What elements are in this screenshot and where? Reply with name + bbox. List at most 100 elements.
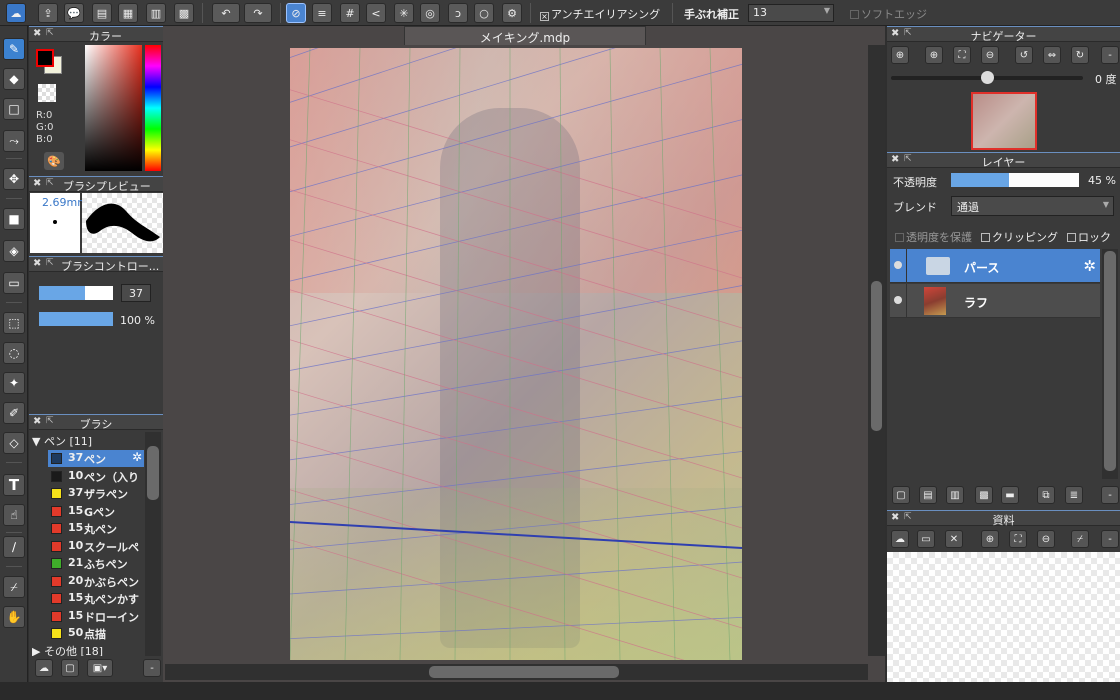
navigator-thumbnail[interactable] [971,92,1037,150]
document-tab[interactable]: メイキング.mdp [404,26,646,45]
eraser-tool-icon[interactable]: ◆ [3,68,25,90]
zoom-out-icon[interactable]: ⊖ [981,46,999,64]
popout-icon[interactable]: ⇱ [46,28,54,38]
hand-tool-icon[interactable]: ✋ [3,606,25,628]
radial-snap-icon[interactable]: ✳ [394,3,414,23]
flip-icon[interactable]: ⇔ [1043,46,1061,64]
protect-alpha-checkbox[interactable] [895,233,904,242]
app-menu-icon[interactable]: ☁ [6,3,26,23]
grid-snap-icon[interactable]: # [340,3,360,23]
antialias-toggle[interactable]: × アンチエイリアシング [540,6,660,22]
share-icon[interactable]: ⇪ [38,3,58,23]
duplicate-layer-icon[interactable]: ⧉ [1037,486,1055,504]
open-folder-icon[interactable]: ▭ [917,530,935,548]
rotate-left-icon[interactable]: ↺ [1015,46,1033,64]
new-8bit-layer-icon[interactable]: ▤ [919,486,937,504]
divide-tool-icon[interactable]: ∕ [3,536,25,558]
cloud-download-icon[interactable]: ☁ [891,530,909,548]
rotation-slider[interactable] [891,71,1083,84]
brush-item[interactable]: 15 Gペン [48,503,144,520]
snap-settings-icon[interactable]: ⚙ [502,3,522,23]
minus-icon[interactable]: - [1101,486,1119,504]
shape-tool-icon[interactable]: □ [3,98,25,120]
brush-menu-icon[interactable]: ▣▾ [87,659,113,677]
brush-item[interactable]: 21 ふちペン [48,555,144,572]
saturation-value-picker[interactable] [85,45,142,171]
visibility-icon[interactable] [894,296,902,304]
vanishing-snap-icon[interactable]: < [366,3,386,23]
magic-wand-tool-icon[interactable]: ✦ [3,372,25,394]
eyedropper-tool-icon[interactable]: ⌿ [3,576,25,598]
layer-row-rough[interactable]: ラフ [890,284,1100,318]
brush-tool-icon[interactable]: ✎ [3,38,25,60]
zoom-out-icon[interactable]: ⊖ [1037,530,1055,548]
rotate-right-icon[interactable]: ↻ [1071,46,1089,64]
gear-icon[interactable]: ✲ [1083,257,1096,275]
rect-select-tool-icon[interactable]: ⬚ [3,312,25,334]
minus-icon[interactable]: - [1101,530,1119,548]
clipping-checkbox[interactable] [981,233,990,242]
curve-snap-icon[interactable]: ↄ [448,3,468,23]
select-eraser-tool-icon[interactable]: ◇ [3,432,25,454]
zoom-plus-icon[interactable]: ⊕ [925,46,943,64]
protect-alpha-toggle[interactable]: 透明度を保護 [895,229,972,245]
select-pen-tool-icon[interactable]: ✐ [3,402,25,424]
zoom-in-icon[interactable]: ⊕ [981,530,999,548]
soft-edge-checkbox[interactable] [850,10,859,19]
brush-item[interactable]: 10 ペン（入り [48,468,144,485]
new-layer-icon[interactable]: ▢ [892,486,910,504]
brush-item[interactable]: 20 かぶらペン [48,573,144,590]
new-folder-icon[interactable]: ▬ [1001,486,1019,504]
undo-icon[interactable]: ↶ [212,3,240,23]
panel-layout-icon[interactable]: ▥ [146,3,166,23]
close-icon[interactable]: ✖ [33,258,41,269]
fit-screen-icon[interactable]: ⛶ [1009,530,1027,548]
fill-shape-tool-icon[interactable]: ■ [3,208,25,230]
soft-edge-toggle[interactable]: ソフトエッジ [850,6,927,22]
brush-item[interactable]: 10 スクールペ [48,538,144,555]
popout-icon[interactable]: ⇱ [46,258,54,268]
move-tool-icon[interactable]: ✥ [3,168,25,190]
brush-group-pen[interactable]: ▼ ペン [11] [32,433,144,449]
materials-preview[interactable] [887,552,1120,682]
brush-item[interactable]: 37 ペン ✲ [48,450,144,467]
popout-icon[interactable]: ⇱ [46,178,54,188]
tools-grid-icon[interactable]: ▩ [174,3,194,23]
brush-item[interactable]: 15 ドローイン [48,608,144,625]
pen-curve-tool-icon[interactable]: ⤳ [3,130,25,152]
antialias-checkbox[interactable]: × [540,12,549,21]
operation-tool-icon[interactable]: ☝ [3,504,25,526]
hue-slider[interactable] [145,45,161,171]
blend-mode-select[interactable]: 通過 ▼ [951,196,1114,216]
visibility-icon[interactable] [894,261,902,269]
minus-icon[interactable]: - [1101,46,1119,64]
clipping-toggle[interactable]: クリッピング [981,229,1058,245]
artwork-canvas[interactable] [290,48,742,660]
brush-opacity-slider[interactable] [39,312,113,326]
lock-toggle[interactable]: ロック [1067,229,1111,245]
eyedropper-icon[interactable]: ⌿ [1071,530,1089,548]
brush-item[interactable]: 50 点描 [48,625,144,642]
brush-size-slider[interactable] [39,286,113,300]
comment-icon[interactable]: ▤ [92,3,112,23]
minus-icon[interactable]: - [143,659,161,677]
parallel-snap-icon[interactable]: ≡ [312,3,332,23]
brush-item[interactable]: 15 丸ペンかす [48,590,144,607]
zoom-in-icon[interactable]: ⊕ [891,46,909,64]
new-brush-icon[interactable]: ▢ [61,659,79,677]
close-material-icon[interactable]: ✕ [945,530,963,548]
close-icon[interactable]: ✖ [33,28,41,39]
new-tone-layer-icon[interactable]: ▩ [975,486,993,504]
brush-group-other[interactable]: ▶ その他 [18] [32,643,144,657]
gear-icon[interactable]: ✲ [132,450,142,464]
brush-size-value[interactable]: 37 [121,284,151,302]
close-icon[interactable]: ✖ [33,178,41,189]
canvas-horizontal-scrollbar[interactable] [165,664,868,680]
bucket-tool-icon[interactable]: ◈ [3,240,25,262]
document-icon[interactable]: ▦ [118,3,138,23]
speech-bubble-icon[interactable]: 💬 [64,3,84,23]
palette-icon[interactable]: 🎨 [44,152,64,170]
redo-icon[interactable]: ↷ [244,3,272,23]
layer-list-scrollbar[interactable] [1102,249,1118,479]
brush-item[interactable]: 37 ザラペン [48,485,144,502]
